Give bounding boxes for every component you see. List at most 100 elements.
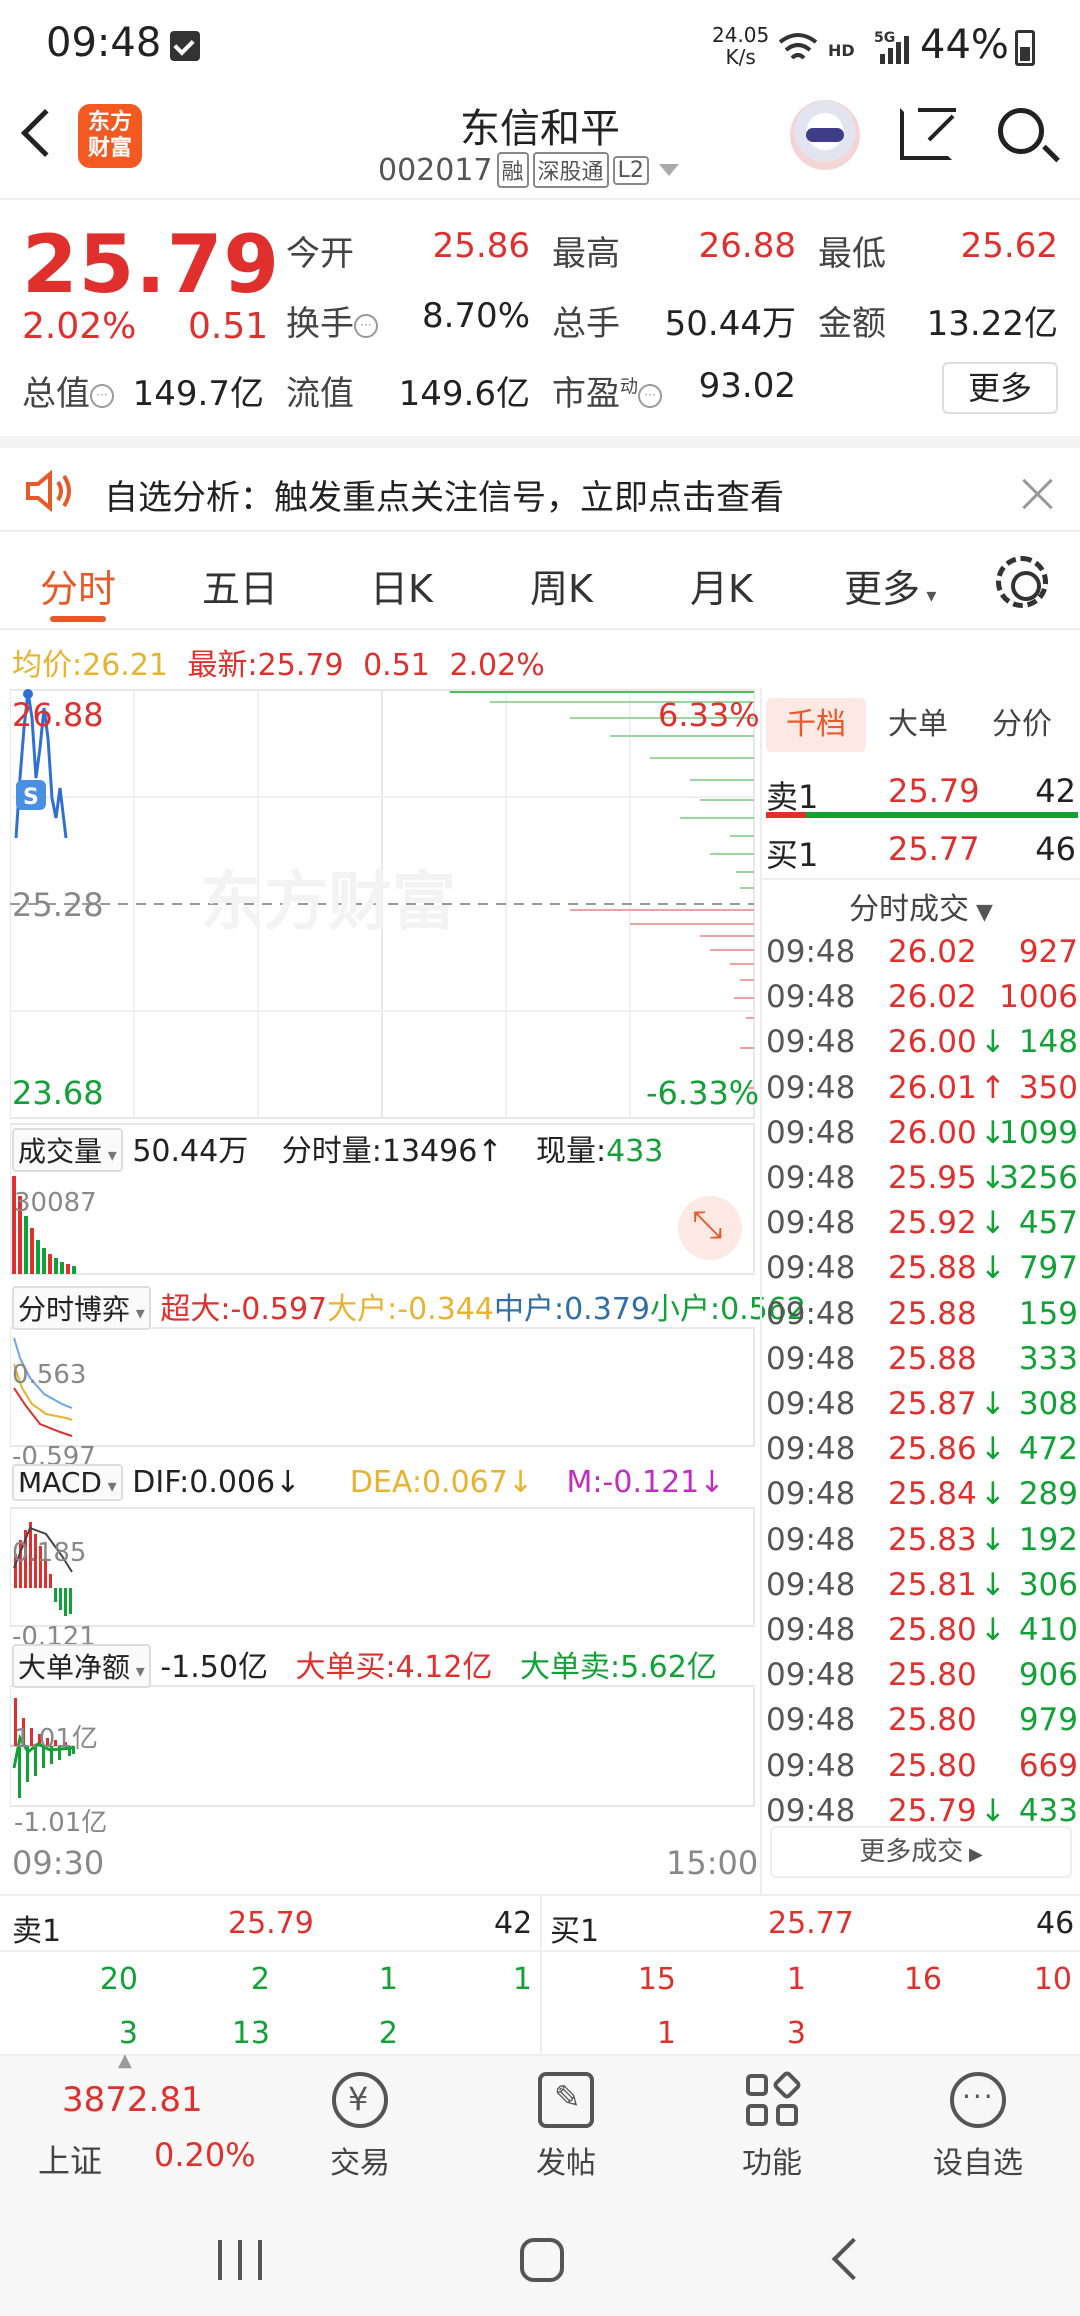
intraday-chart[interactable]: 东方财富 S 26.88 25.28 23.68 6.33% -6.33% 成交… — [10, 688, 806, 1863]
tick-time: 09:48 — [766, 1205, 856, 1242]
volume-indicator-row: 成交量 50.44万 分时量:13496↑ 现量:433 — [12, 1126, 663, 1172]
tick-volume: 433 — [1018, 1792, 1078, 1829]
time-axis-end: 15:00 — [666, 1844, 759, 1882]
tick-price: 25.84 — [888, 1476, 977, 1513]
tab-price-dist[interactable]: 分价 — [972, 698, 1072, 752]
label-market-cap: 总值 ··· — [22, 366, 114, 415]
tag-connect: 深股通 — [532, 152, 609, 188]
nav-trade[interactable]: ¥ 交易 — [300, 2072, 420, 2182]
latest-change: 0.51 — [363, 648, 430, 683]
tag-margin: 融 — [496, 152, 529, 188]
active-tab-indicator — [50, 616, 106, 622]
tick-price: 25.88 — [888, 1340, 977, 1377]
index-ticker[interactable]: ▲ 3872.81 上证 0.20% — [0, 2050, 256, 2206]
tick-time: 09:48 — [766, 1476, 856, 1513]
net-amount-selector[interactable]: 大单净额 — [12, 1644, 151, 1688]
tab-weekly-k[interactable]: 周K — [530, 558, 593, 613]
back-icon[interactable] — [831, 2237, 875, 2281]
tick-time: 09:48 — [766, 1657, 856, 1694]
tick-row: 09:48 25.81 ↓ 306 — [766, 1565, 1078, 1610]
info-icon: ··· — [638, 383, 662, 408]
tab-more[interactable]: 更多 ▾ — [844, 558, 936, 613]
index-percent: 0.20% — [154, 2136, 256, 2174]
game-selector[interactable]: 分时博弈 — [12, 1286, 151, 1330]
tick-arrow: ↓ — [980, 1792, 1006, 1829]
tick-price: 25.92 — [888, 1205, 977, 1242]
price-axis-mid: 25.28 — [12, 886, 104, 924]
tick-price: 25.87 — [888, 1386, 977, 1422]
tick-time: 09:48 — [766, 1566, 856, 1603]
label-low: 最低 — [818, 234, 886, 274]
tick-volume: 457 — [1018, 1205, 1078, 1242]
hd-label: HD — [828, 41, 855, 60]
tab-intraday[interactable]: 分时 — [40, 558, 116, 613]
gear-icon[interactable] — [996, 556, 1048, 608]
nav-post[interactable]: ✎ 发帖 — [506, 2072, 626, 2182]
tick-time: 09:48 — [766, 979, 856, 1016]
big-label: 大户: — [327, 1292, 398, 1327]
more-quote-button[interactable]: 更多 — [942, 362, 1058, 414]
net-axis-min: -1.01亿 — [14, 1808, 108, 1838]
tick-row: 09:48 25.80 ↓ 410 — [766, 1610, 1078, 1655]
tick-price: 26.02 — [888, 979, 977, 1016]
system-nav-bar — [0, 2204, 1080, 2316]
tick-row: 09:48 25.88 333 — [766, 1339, 1078, 1384]
tick-time: 09:48 — [766, 1431, 856, 1468]
tick-row: 09:48 26.00 ↓ 148 — [766, 1022, 1078, 1067]
current-volume-label: 现量: — [536, 1134, 607, 1169]
home-icon[interactable] — [520, 2238, 564, 2282]
search-icon[interactable] — [998, 108, 1044, 154]
assistant-avatar-icon[interactable] — [790, 100, 860, 170]
nav-functions[interactable]: 功能 — [712, 2069, 832, 2182]
tab-order-depth[interactable]: 千档 — [766, 698, 866, 752]
ob-buy-lot: 16 — [903, 1962, 942, 1997]
avg-label: 均价: — [12, 648, 83, 683]
super-value: -0.597 — [230, 1292, 328, 1327]
value-turnover: 8.70% — [421, 296, 530, 336]
tick-row: 09:48 25.92 ↓ 457 — [766, 1203, 1078, 1248]
recent-apps-icon[interactable] — [218, 2240, 262, 2280]
macd-selector[interactable]: MACD — [12, 1464, 123, 1501]
tick-volume: 350 — [1018, 1069, 1078, 1106]
small-label: 小户: — [649, 1292, 721, 1327]
close-icon[interactable] — [1020, 476, 1056, 512]
tick-row: 09:48 25.87 ↓ 308 — [766, 1384, 1078, 1429]
tab-big-orders[interactable]: 大单 — [868, 698, 968, 752]
tab-monthly-k[interactable]: 月K — [690, 558, 753, 613]
more-ticks-button[interactable]: 更多成交 ▶ — [770, 1826, 1072, 1878]
stock-code-row[interactable]: 002017 融 深股通 L2 — [378, 152, 679, 188]
tick-time: 09:48 — [766, 1702, 856, 1739]
ob-sell-lot: 3 — [118, 2016, 138, 2051]
tick-arrow: ↓ — [980, 1386, 1006, 1422]
tick-volume: 3256 — [999, 1160, 1078, 1196]
more-dots-icon: ··· — [950, 2072, 1006, 2128]
yen-exchange-icon: ¥ — [332, 2072, 388, 2128]
tick-volume: 906 — [1018, 1657, 1078, 1694]
notice-banner[interactable]: 自选分析：触发重点关注信号，立即点击查看 — [0, 436, 1080, 532]
ticks-title[interactable]: 分时成交 ▼ — [762, 884, 1080, 928]
label-high: 最高 — [552, 234, 620, 274]
volume-selector[interactable]: 成交量 — [12, 1128, 123, 1172]
label-amount: 金额 — [818, 304, 886, 344]
current-price: 25.79 — [22, 218, 281, 311]
ob-buy-label: 买1 — [550, 1914, 600, 1949]
tick-volume: 797 — [1018, 1250, 1078, 1287]
battery-icon — [1015, 30, 1035, 66]
info-icon: ··· — [354, 313, 378, 338]
stock-header: 东方财富 东信和平 002017 融 深股通 L2 — [0, 90, 1080, 200]
nav-add-watchlist[interactable]: ··· 设自选 — [918, 2072, 1038, 2182]
label-volume: 总手 — [552, 304, 620, 344]
tick-volume: 306 — [1018, 1566, 1078, 1603]
macd-m: M:-0.121↓ — [566, 1465, 725, 1500]
expand-icon[interactable] — [678, 1196, 742, 1260]
index-name: 上证 — [38, 2142, 103, 2180]
quote-panel: 25.79 2.02% 0.51 今开 25.86 最高 26.88 最低 25… — [0, 202, 1080, 434]
tick-price: 26.00 — [888, 1024, 977, 1061]
tab-five-day[interactable]: 五日 — [202, 558, 278, 613]
tab-daily-k[interactable]: 日K — [370, 558, 433, 613]
share-icon[interactable] — [900, 108, 956, 160]
5g-label: 5G — [874, 30, 895, 46]
macd-dif: DIF:0.006↓ — [132, 1465, 301, 1500]
tick-price: 25.79 — [888, 1792, 977, 1829]
latest-pct: 2.02% — [449, 648, 545, 683]
